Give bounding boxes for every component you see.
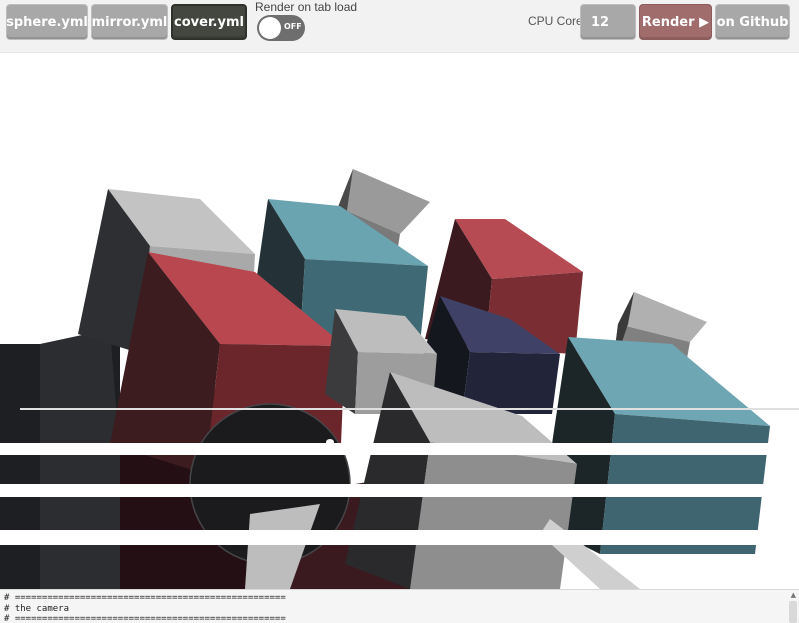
editor-scrollbar[interactable] (789, 601, 797, 623)
render-on-load-label: Render on tab load (255, 0, 358, 14)
editor-line: # the camera (4, 603, 70, 614)
scroll-up-arrow-icon[interactable]: ▲ (791, 592, 796, 599)
toggle-knob (259, 17, 281, 39)
render-canvas (0, 54, 799, 589)
github-button[interactable]: on Github (715, 4, 790, 40)
toggle-state-text: OFF (284, 22, 302, 31)
preset-cover-button[interactable]: cover.yml (171, 4, 247, 40)
editor-line: # ======================================… (4, 593, 286, 603)
preset-mirror-button[interactable]: mirror.yml (91, 4, 168, 40)
render-button[interactable]: Render ▶ (639, 4, 712, 40)
toolbar: sphere.yml mirror.yml cover.yml Render o… (0, 0, 799, 53)
yaml-editor[interactable]: # ======================================… (0, 589, 799, 623)
preset-sphere-button[interactable]: sphere.yml (6, 4, 88, 40)
editor-line: # ======================================… (4, 614, 286, 623)
cpu-cores-input[interactable]: 12 (580, 4, 636, 40)
render-on-load-toggle[interactable]: OFF (257, 15, 305, 41)
rendered-cubes-scene (0, 169, 799, 589)
